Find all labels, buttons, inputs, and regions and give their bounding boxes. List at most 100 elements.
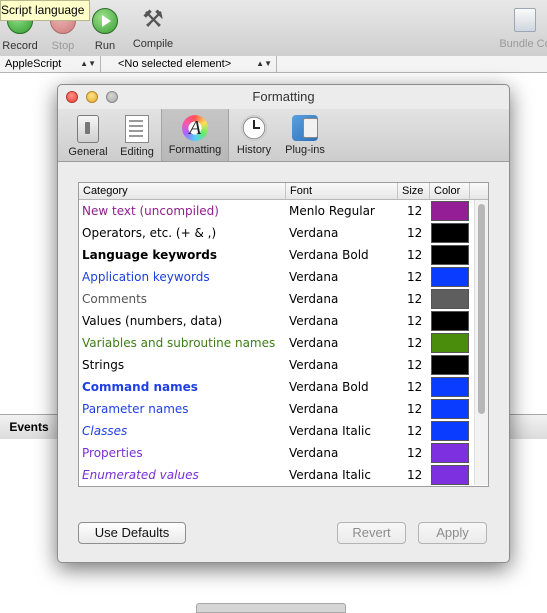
size-cell[interactable]: 12 <box>407 288 422 310</box>
color-swatch[interactable] <box>431 465 469 485</box>
size-cell[interactable]: 12 <box>407 222 422 244</box>
font-cell[interactable]: Verdana Bold <box>289 244 369 266</box>
element-popup[interactable]: <No selected element> ▲▼ <box>101 56 277 72</box>
category-cell: Values (numbers, data) <box>82 314 223 328</box>
category-cell: Properties <box>82 446 143 460</box>
font-cell[interactable]: Verdana <box>289 288 338 310</box>
color-swatch[interactable] <box>431 355 469 375</box>
events-tab[interactable]: Events <box>0 415 59 439</box>
color-swatch[interactable] <box>431 201 469 221</box>
color-swatch[interactable] <box>431 377 469 397</box>
size-cell[interactable]: 12 <box>407 376 422 398</box>
popup-arrows-icon: ▲▼ <box>256 59 272 68</box>
stop-label: Stop <box>51 40 75 52</box>
color-swatch[interactable] <box>431 223 469 243</box>
run-label: Run <box>94 40 116 52</box>
category-cell: New text (uncompiled) <box>82 204 219 218</box>
bundle-label: Bundle Co <box>499 38 547 50</box>
bottom-segmented-control[interactable] <box>196 603 346 613</box>
hammer-icon: ⚒ <box>142 6 164 33</box>
category-cell: Strings <box>82 358 125 372</box>
tab-editing[interactable]: Editing <box>114 109 160 161</box>
bundle-icon <box>514 8 536 32</box>
color-swatch[interactable] <box>431 267 469 287</box>
color-swatch[interactable] <box>431 289 469 309</box>
editing-document-icon <box>125 115 149 143</box>
column-font[interactable]: Font <box>286 183 398 199</box>
use-defaults-button[interactable]: Use Defaults <box>78 522 186 544</box>
formatting-color-wheel-icon <box>182 115 208 141</box>
font-cell[interactable]: Verdana <box>289 222 338 244</box>
font-cell[interactable]: Verdana <box>289 354 338 376</box>
table-row[interactable]: Application keywords Verdana 12 <box>79 266 488 288</box>
font-cell[interactable]: Menlo Regular <box>289 200 375 222</box>
scrollbar-thumb[interactable] <box>478 204 485 414</box>
revert-button[interactable]: Revert <box>337 522 406 544</box>
table-row[interactable]: Properties Verdana 12 <box>79 442 488 464</box>
column-color[interactable]: Color <box>430 183 470 199</box>
vertical-scrollbar[interactable] <box>474 200 488 485</box>
bundle-contents-button[interactable]: Bundle Co <box>495 8 547 50</box>
table-row[interactable]: Classes Verdana Italic 12 <box>79 420 488 442</box>
font-cell[interactable]: Verdana <box>289 398 338 420</box>
formatting-preferences-window: Formatting General Editing Formatting Hi… <box>57 84 510 563</box>
font-cell[interactable]: Verdana Italic <box>289 464 371 486</box>
color-swatch[interactable] <box>431 333 469 353</box>
record-label: Record <box>2 40 38 52</box>
size-cell[interactable]: 12 <box>407 200 422 222</box>
column-size[interactable]: Size <box>398 183 430 199</box>
color-swatch[interactable] <box>431 399 469 419</box>
tab-plugins[interactable]: Plug-ins <box>279 109 331 161</box>
font-cell[interactable]: Verdana <box>289 442 338 464</box>
size-cell[interactable]: 12 <box>407 420 422 442</box>
size-cell[interactable]: 12 <box>407 398 422 420</box>
size-cell[interactable]: 12 <box>407 442 422 464</box>
compile-button[interactable]: ⚒ Compile <box>129 6 177 51</box>
tab-editing-label: Editing <box>120 146 154 158</box>
tab-history-label: History <box>236 144 272 156</box>
table-row[interactable]: Enumerated values Verdana Italic 12 <box>79 464 488 486</box>
font-cell[interactable]: Verdana <box>289 310 338 332</box>
history-clock-icon <box>241 115 267 141</box>
size-cell[interactable]: 12 <box>407 464 422 486</box>
tab-formatting[interactable]: Formatting <box>161 109 229 161</box>
category-cell: Variables and subroutine names <box>82 336 276 350</box>
script-language-tooltip: Script language <box>0 0 91 21</box>
tab-history[interactable]: History <box>230 109 278 161</box>
tab-general[interactable]: General <box>64 109 112 161</box>
size-cell[interactable]: 12 <box>407 310 422 332</box>
table-row[interactable]: Comments Verdana 12 <box>79 288 488 310</box>
compile-label: Compile <box>132 38 174 50</box>
popup-arrows-icon: ▲▼ <box>80 59 96 68</box>
category-cell: Application keywords <box>82 270 210 284</box>
size-cell[interactable]: 12 <box>407 266 422 288</box>
formatting-table: Category Font Size Color New text (uncom… <box>78 182 489 487</box>
tab-plugins-label: Plug-ins <box>285 144 325 156</box>
font-cell[interactable]: Verdana <box>289 266 338 288</box>
table-row[interactable]: Language keywords Verdana Bold 12 <box>79 244 488 266</box>
table-row[interactable]: Variables and subroutine names Verdana 12 <box>79 332 488 354</box>
column-category[interactable]: Category <box>79 183 286 199</box>
table-row[interactable]: Parameter names Verdana 12 <box>79 398 488 420</box>
color-swatch[interactable] <box>431 311 469 331</box>
font-cell[interactable]: Verdana Bold <box>289 376 369 398</box>
table-row[interactable]: Operators, etc. (+ & ,) Verdana 12 <box>79 222 488 244</box>
color-swatch[interactable] <box>431 443 469 463</box>
color-swatch[interactable] <box>431 245 469 265</box>
language-value: AppleScript <box>5 58 62 70</box>
element-value: <No selected element> <box>118 58 232 70</box>
font-cell[interactable]: Verdana Italic <box>289 420 371 442</box>
size-cell[interactable]: 12 <box>407 244 422 266</box>
table-row[interactable]: New text (uncompiled) Menlo Regular 12 <box>79 200 488 222</box>
size-cell[interactable]: 12 <box>407 332 422 354</box>
font-cell[interactable]: Verdana <box>289 332 338 354</box>
apply-button[interactable]: Apply <box>418 522 487 544</box>
color-swatch[interactable] <box>431 421 469 441</box>
language-popup[interactable]: AppleScript ▲▼ <box>0 56 101 72</box>
run-button[interactable]: Run <box>90 8 120 52</box>
table-header: Category Font Size Color <box>79 183 488 200</box>
size-cell[interactable]: 12 <box>407 354 422 376</box>
table-row[interactable]: Command names Verdana Bold 12 <box>79 376 488 398</box>
table-row[interactable]: Strings Verdana 12 <box>79 354 488 376</box>
table-row[interactable]: Values (numbers, data) Verdana 12 <box>79 310 488 332</box>
